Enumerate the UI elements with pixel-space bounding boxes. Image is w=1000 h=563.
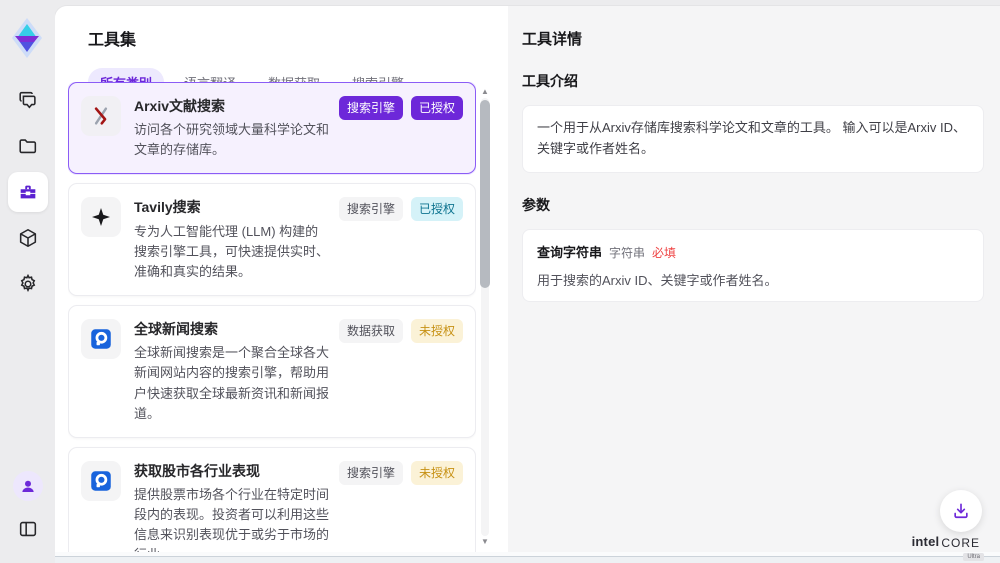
settings-gear-icon[interactable] xyxy=(8,264,48,304)
app-root: 工具集 所有类别语言翻译数据获取搜索引擎 Arxiv文献搜索访问各个研究领域大量… xyxy=(0,0,1000,563)
left-nav-rail xyxy=(0,0,55,563)
tool-name: Tavily搜索 xyxy=(134,198,331,216)
tool-card-0[interactable]: Arxiv文献搜索访问各个研究领域大量科学论文和文章的存储库。搜索引擎已授权 xyxy=(68,82,476,174)
intel-wordmark: intel xyxy=(912,534,940,549)
main-window: 工具集 所有类别语言翻译数据获取搜索引擎 Arxiv文献搜索访问各个研究领域大量… xyxy=(55,6,1000,552)
params-heading: 参数 xyxy=(522,195,984,215)
tool-description: 全球新闻搜索是一个聚合全球各大新闻网站内容的搜索引擎，帮助用户快速获取全球最新资… xyxy=(134,343,331,424)
param-card: 查询字符串 字符串 必填 用于搜索的Arxiv ID、关键字或作者姓名。 xyxy=(522,229,984,302)
tool-card-3[interactable]: 获取股市各行业表现提供股票市场各个行业在特定时间段内的表现。投资者可以利用这些信… xyxy=(68,447,476,552)
intro-text: 一个用于从Arxiv存储库搜索科学论文和文章的工具。 输入可以是Arxiv ID… xyxy=(537,118,969,160)
category-badge: 搜索引擎 xyxy=(339,197,403,221)
intro-card: 一个用于从Arxiv存储库搜索科学论文和文章的工具。 输入可以是Arxiv ID… xyxy=(522,105,984,173)
category-badge: 数据获取 xyxy=(339,319,403,343)
badge-group: 数据获取未授权 xyxy=(339,319,463,424)
badge-group: 搜索引擎已授权 xyxy=(339,197,463,282)
scrollbar-thumb[interactable] xyxy=(480,100,490,288)
toolbox-icon-active[interactable] xyxy=(8,172,48,212)
download-button[interactable] xyxy=(940,490,982,532)
badge-group: 搜索引擎已授权 xyxy=(339,96,463,160)
ultra-badge: Ultra xyxy=(963,553,984,561)
rail-nav xyxy=(0,80,55,310)
tool-name: 全球新闻搜索 xyxy=(134,320,331,338)
core-wordmark: CORE xyxy=(941,536,980,550)
tool-body: 全球新闻搜索全球新闻搜索是一个聚合全球各大新闻网站内容的搜索引擎，帮助用户快速获… xyxy=(134,319,339,424)
auth-status-badge: 未授权 xyxy=(411,461,463,485)
param-head: 查询字符串 字符串 必填 xyxy=(537,242,969,261)
badge-group: 搜索引擎未授权 xyxy=(339,461,463,552)
panel-toggle-icon[interactable] xyxy=(8,509,48,549)
tool-detail-pane: 工具详情 工具介绍 一个用于从Arxiv存储库搜索科学论文和文章的工具。 输入可… xyxy=(508,6,1000,552)
tool-name: 获取股市各行业表现 xyxy=(134,462,331,480)
list-scrollbar[interactable]: ▲ ▼ xyxy=(479,86,491,552)
rail-bottom xyxy=(0,471,55,549)
tool-card-2[interactable]: 全球新闻搜索全球新闻搜索是一个聚合全球各大新闻网站内容的搜索引擎，帮助用户快速获… xyxy=(68,305,476,438)
arxiv-x-icon xyxy=(81,96,121,136)
tool-card-1[interactable]: Tavily搜索专为人工智能代理 (LLM) 构建的搜索引擎工具，可快速提供实时… xyxy=(68,183,476,296)
tool-name: Arxiv文献搜索 xyxy=(134,97,331,115)
tool-body: Arxiv文献搜索访问各个研究领域大量科学论文和文章的存储库。 xyxy=(134,96,339,160)
detail-title: 工具详情 xyxy=(522,28,984,49)
tool-description: 访问各个研究领域大量科学论文和文章的存储库。 xyxy=(134,120,331,160)
chat-icon[interactable] xyxy=(8,80,48,120)
tool-body: Tavily搜索专为人工智能代理 (LLM) 构建的搜索引擎工具，可快速提供实时… xyxy=(134,197,339,282)
param-desc: 用于搜索的Arxiv ID、关键字或作者姓名。 xyxy=(537,270,969,289)
auth-status-badge: 已授权 xyxy=(411,96,463,120)
intel-core-logo: intel CORE Ultra xyxy=(912,534,984,561)
category-badge: 搜索引擎 xyxy=(339,461,403,485)
tool-list: Arxiv文献搜索访问各个研究领域大量科学论文和文章的存储库。搜索引擎已授权Ta… xyxy=(68,82,476,552)
category-badge: 搜索引擎 xyxy=(339,96,403,120)
search-q-icon xyxy=(81,319,121,359)
param-name: 查询字符串 xyxy=(537,242,602,261)
tool-description: 提供股票市场各个行业在特定时间段内的表现。投资者可以利用这些信息来识别表现优于或… xyxy=(134,485,331,552)
user-avatar[interactable] xyxy=(13,471,43,501)
auth-status-badge: 未授权 xyxy=(411,319,463,343)
param-type: 字符串 xyxy=(609,244,645,261)
page-title: 工具集 xyxy=(55,6,508,50)
tool-description: 专为人工智能代理 (LLM) 构建的搜索引擎工具，可快速提供实时、准确和真实的结… xyxy=(134,222,331,282)
tools-list-pane: 工具集 所有类别语言翻译数据获取搜索引擎 Arxiv文献搜索访问各个研究领域大量… xyxy=(55,6,508,552)
desktop-bottom-strip xyxy=(0,556,1000,563)
folder-icon[interactable] xyxy=(8,126,48,166)
param-required-badge: 必填 xyxy=(652,244,676,261)
intro-heading: 工具介绍 xyxy=(522,71,984,91)
auth-status-badge: 已授权 xyxy=(411,197,463,221)
star-icon xyxy=(81,197,121,237)
app-logo xyxy=(10,16,44,60)
scroll-down-icon[interactable]: ▼ xyxy=(479,536,491,548)
download-icon xyxy=(951,501,971,521)
tool-body: 获取股市各行业表现提供股票市场各个行业在特定时间段内的表现。投资者可以利用这些信… xyxy=(134,461,339,552)
cube-icon[interactable] xyxy=(8,218,48,258)
scroll-up-icon[interactable]: ▲ xyxy=(479,86,491,98)
search-q-icon xyxy=(81,461,121,501)
